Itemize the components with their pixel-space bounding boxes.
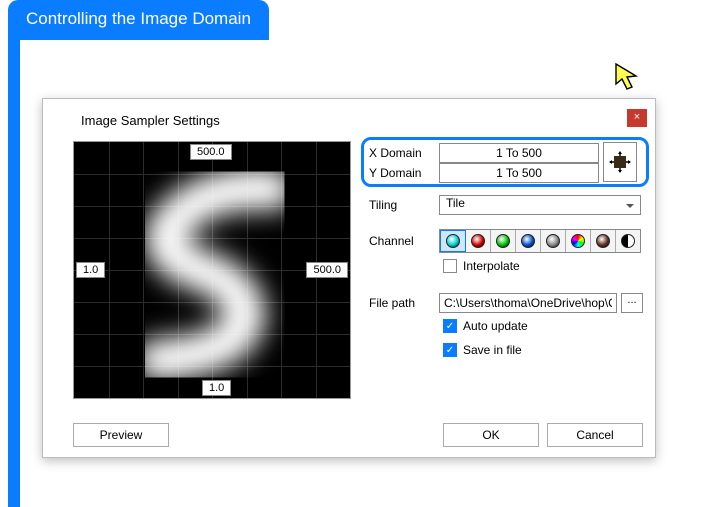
save-in-file-checkbox[interactable]: ✓ xyxy=(443,343,457,357)
channel-option-2[interactable] xyxy=(491,230,516,252)
y-domain-label: Y Domain xyxy=(369,166,435,180)
file-path-row: File path ... xyxy=(369,293,643,313)
auto-update-row[interactable]: ✓ Auto update xyxy=(443,319,528,333)
channel-swatch-icon xyxy=(546,234,560,248)
tiling-value: Tile xyxy=(446,196,465,210)
channel-swatch-icon xyxy=(446,234,460,248)
channel-label: Channel xyxy=(369,234,435,248)
channel-swatch-icon xyxy=(521,234,535,248)
auto-update-checkbox[interactable]: ✓ xyxy=(443,319,457,333)
channel-option-6[interactable] xyxy=(591,230,616,252)
axis-xmin-label: 1.0 xyxy=(76,262,105,278)
ok-button[interactable]: OK xyxy=(443,423,539,447)
channel-swatch-icon xyxy=(621,234,635,248)
x-domain-label: X Domain xyxy=(369,146,435,160)
axis-ymax-label: 500.0 xyxy=(190,144,232,160)
channel-option-0[interactable] xyxy=(440,230,466,252)
file-path-label: File path xyxy=(369,296,435,310)
interpolate-row[interactable]: Interpolate xyxy=(443,259,520,273)
channel-swatch-icon xyxy=(596,234,610,248)
x-domain-input[interactable] xyxy=(439,143,599,163)
dialog-title: Image Sampler Settings xyxy=(81,113,220,128)
channel-swatch-icon xyxy=(496,234,510,248)
close-button[interactable]: × xyxy=(627,109,647,127)
browse-button[interactable]: ... xyxy=(621,293,643,313)
channel-row: Channel xyxy=(369,229,641,253)
close-icon: × xyxy=(634,111,640,123)
cursor-pointer-icon xyxy=(614,62,648,96)
channel-option-4[interactable] xyxy=(541,230,566,252)
x-domain-row: X Domain xyxy=(369,143,599,163)
cancel-button[interactable]: Cancel xyxy=(547,423,643,447)
save-in-file-row[interactable]: ✓ Save in file xyxy=(443,343,522,357)
tiling-row: Tiling Tile xyxy=(369,195,641,215)
resize-image-icon xyxy=(609,151,631,173)
axis-ymin-label: 1.0 xyxy=(202,380,231,396)
tiling-label: Tiling xyxy=(369,198,435,212)
banner-tab: Controlling the Image Domain xyxy=(8,0,269,40)
tiling-select[interactable]: Tile xyxy=(439,195,641,215)
preview-button[interactable]: Preview xyxy=(73,423,169,447)
channel-option-5[interactable] xyxy=(566,230,591,252)
y-domain-input[interactable] xyxy=(439,163,599,183)
preview-canvas[interactable]: 500.0 1.0 500.0 1.0 xyxy=(73,141,351,399)
channel-swatch-icon xyxy=(571,234,585,248)
interpolate-label: Interpolate xyxy=(463,259,520,273)
y-domain-row: Y Domain xyxy=(369,163,599,183)
auto-update-label: Auto update xyxy=(463,319,528,333)
channel-bar xyxy=(439,229,641,253)
image-sampler-dialog: Image Sampler Settings × 500.0 1.0 500.0… xyxy=(42,98,656,458)
channel-option-7[interactable] xyxy=(616,230,640,252)
channel-option-3[interactable] xyxy=(516,230,541,252)
set-domain-from-image-button[interactable] xyxy=(603,142,637,182)
channel-option-1[interactable] xyxy=(466,230,491,252)
banner-title: Controlling the Image Domain xyxy=(26,9,251,28)
interpolate-checkbox[interactable] xyxy=(443,259,457,273)
file-path-input[interactable] xyxy=(439,293,617,313)
ellipsis-icon: ... xyxy=(627,294,636,306)
channel-swatch-icon xyxy=(471,234,485,248)
save-in-file-label: Save in file xyxy=(463,343,522,357)
banner-side xyxy=(8,40,20,507)
axis-xmax-label: 500.0 xyxy=(306,262,348,278)
